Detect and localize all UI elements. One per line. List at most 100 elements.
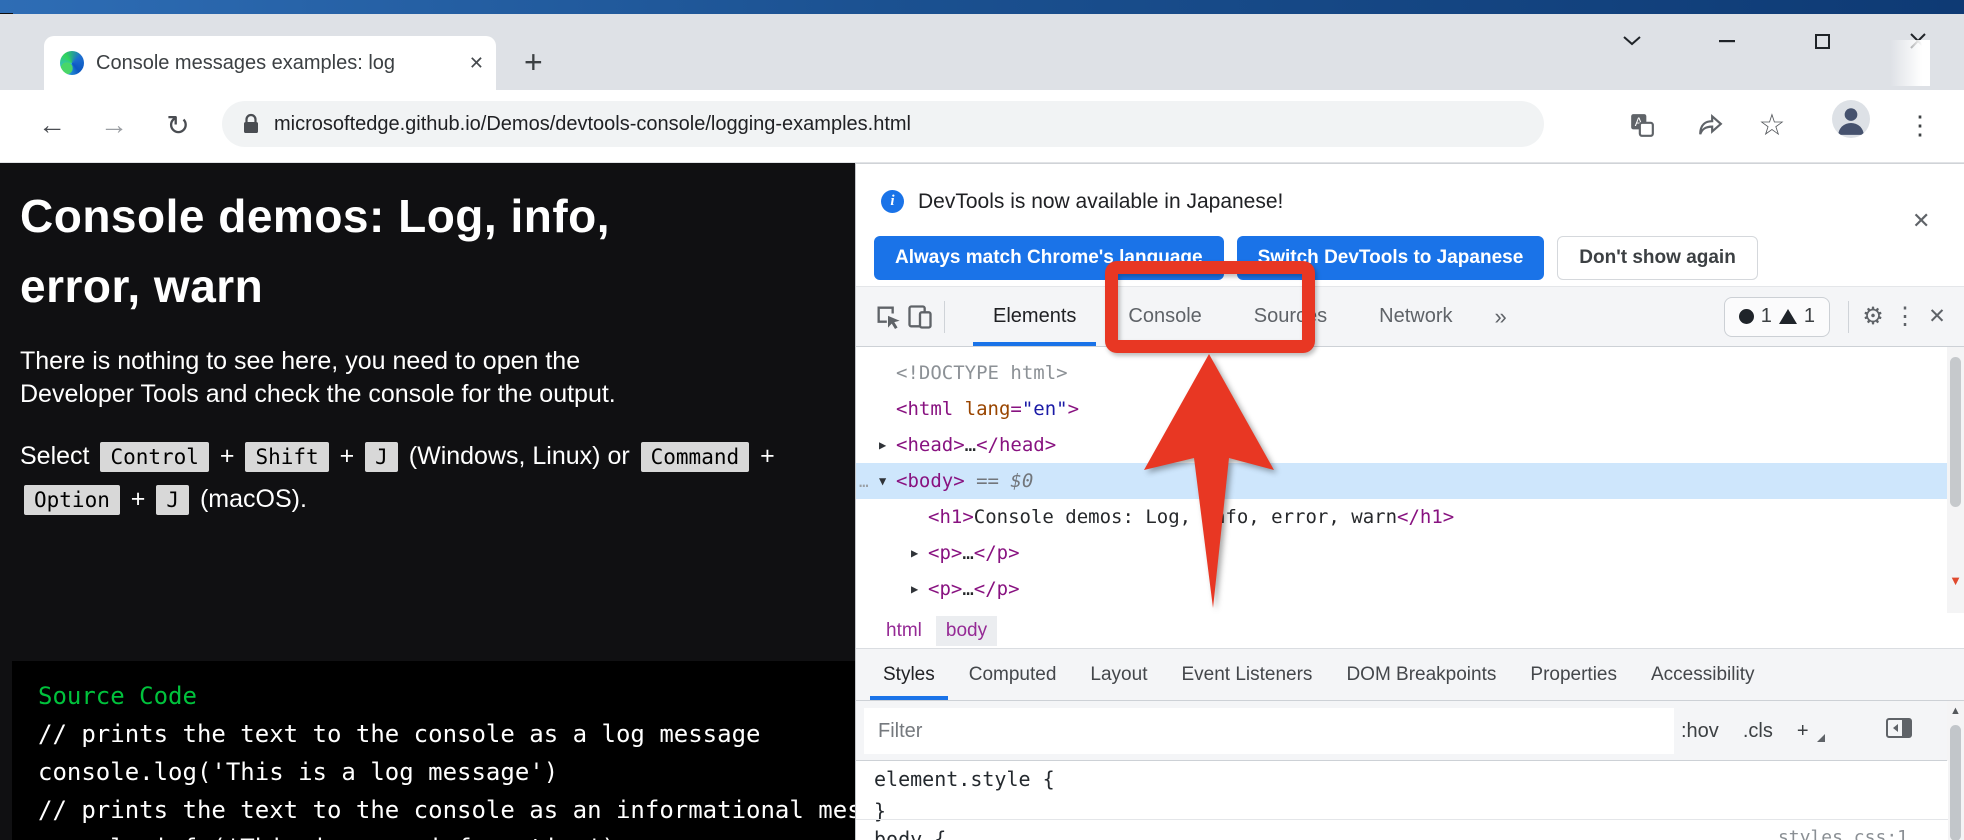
notification-close-icon[interactable]: ✕ [1912,208,1930,234]
issues-badge[interactable]: 1 1 [1723,296,1830,337]
source-code-heading: Source Code [38,682,197,710]
scroll-up-arrow-icon[interactable]: ▲ [1950,705,1961,717]
panel-toggle-icon[interactable] [1886,717,1912,744]
dom-tree-row[interactable]: <h1> Console demos: Log, info, error, war… [856,499,1964,535]
style-control-hov[interactable]: :hov [1681,720,1719,743]
disclosure-arrow-icon[interactable]: ▶ [879,438,896,452]
code-line: console.info('This is some information') [38,829,829,840]
code-token: "en" [1021,398,1068,420]
reload-icon[interactable]: ↻ [156,103,200,147]
element-style-selector[interactable]: element.style { [874,767,1055,791]
toolbar-separator [944,300,945,333]
shortcut-text: + [753,442,775,470]
page-title-line: error, warn [20,260,264,312]
lock-icon [244,113,258,133]
browser-menu-icon[interactable]: ⋮ [1898,103,1942,147]
forward-icon[interactable]: → [92,103,136,147]
disclosure-arrow-icon[interactable]: ▶ [911,582,928,596]
code-line: // prints the text to the console as a l… [38,720,761,748]
shortcut-text: (macOS). [193,485,307,513]
device-toolbar-icon[interactable] [904,301,936,333]
maximize-icon[interactable] [1806,24,1840,58]
warning-count: 1 [1803,305,1815,327]
style-control-[interactable]: + [1797,720,1809,743]
body-rule-selector[interactable]: body { [874,827,946,840]
dom-tree-row[interactable]: <html lang = "en" > [856,391,1964,427]
styles-pane: element.style { } body { styles.css:1 [856,761,1948,840]
tab-properties[interactable]: Properties [1513,649,1634,700]
code-token: lang [953,398,1011,420]
new-tab-button[interactable]: + [524,44,543,80]
address-bar[interactable]: microsoftedge.github.io/Demos/devtools-c… [222,101,1544,147]
tab-elements[interactable]: Elements [967,287,1102,346]
dom-breadcrumbs: html body [856,613,1964,649]
shortcut-text: + [332,442,362,470]
tab-label: Properties [1530,663,1617,685]
style-control-cls[interactable]: .cls [1743,720,1773,743]
keyboard-key: Shift [245,442,329,472]
disclosure-arrow-icon[interactable]: ▼ [879,474,896,488]
scrollbar-thumb[interactable] [1950,725,1961,840]
tab-close-icon[interactable]: ✕ [469,53,484,74]
profile-avatar[interactable] [1832,100,1870,138]
settings-gear-icon[interactable]: ⚙ [1857,301,1889,333]
tab-dom-breakpoints[interactable]: DOM Breakpoints [1329,649,1513,700]
dom-tree-row[interactable]: <!DOCTYPE html> [856,355,1964,391]
styles-filter-input[interactable] [864,708,1674,754]
tab-label: Layout [1090,663,1148,685]
share-icon[interactable] [1688,103,1732,147]
dom-tree-row[interactable]: … ▼ <body> == $0 [856,463,1964,499]
elements-dom-tree: <!DOCTYPE html> <html lang = "en" > ▶ <head>… <… [856,347,1964,613]
inspect-element-icon[interactable] [872,301,904,333]
tab-network[interactable]: Network [1353,287,1478,346]
minimize-icon[interactable] [1710,24,1744,58]
tab-label: Network [1379,305,1453,327]
code-token: </p> [973,578,1020,600]
notification-button[interactable]: Don't show again [1557,236,1758,280]
disclosure-arrow-icon[interactable]: ▶ [911,546,928,560]
bookmark-star-icon[interactable]: ☆ [1750,103,1794,147]
tab-search-chevron-icon[interactable] [1615,24,1649,58]
tab-layout[interactable]: Layout [1073,649,1164,700]
warning-count-icon [1778,309,1797,324]
code-token: <!DOCTYPE html> [896,362,1068,384]
annotation-highlight-rect [1105,261,1315,353]
page-title: Console demos: Log, info, error, warn [20,181,835,321]
tab-title: Console messages examples: log [96,51,396,74]
scrollbar-thumb[interactable] [1950,357,1961,507]
new-rule-dropdown-corner[interactable] [1816,734,1825,742]
browser-tab[interactable]: Console messages examples: log ✕ [44,36,496,90]
error-count-icon [1738,309,1754,324]
code-token: <h1> [928,506,974,528]
page-intro-line: There is nothing to see here, you need t… [20,347,581,375]
edge-favicon-icon [60,51,84,75]
keyboard-key: Control [100,442,209,472]
devtools-menu-icon[interactable]: ⋮ [1889,301,1921,333]
rule-source-link[interactable]: styles.css:1 [1778,827,1908,840]
close-window-icon[interactable] [1901,24,1935,58]
breadcrumb-html[interactable]: html [880,616,928,646]
dom-scrollbar[interactable]: ▼ [1947,347,1964,613]
scroll-down-arrow-icon[interactable]: ▼ [1949,573,1962,588]
more-tabs-icon[interactable]: » [1479,304,1523,330]
tab-event-listeners[interactable]: Event Listeners [1164,649,1329,700]
shortcut-text: + [212,442,242,470]
styles-toolbar-controls: :hov .cls + [1681,701,1825,761]
dom-tree-row[interactable]: ▶ <p>… </p> [856,571,1964,607]
dom-tree-row[interactable]: ▶ <head>… </head> [856,427,1964,463]
window-controls [1615,24,1935,58]
breadcrumb-body[interactable]: body [935,615,998,646]
devtools-panel: i DevTools is now available in Japanese!… [855,163,1964,840]
tab-accessibility[interactable]: Accessibility [1634,649,1771,700]
dom-tree-row[interactable]: ▶ <p>… </p> [856,535,1964,571]
code-token: … [964,434,977,456]
tab-computed[interactable]: Computed [952,649,1074,700]
translate-icon[interactable]: A [1620,103,1664,147]
devtools-close-icon[interactable]: ✕ [1921,301,1953,333]
styles-sidebar-tabs: Styles Computed Layout Event Listeners DOM B… [856,649,1964,701]
styles-scrollbar[interactable]: ▲ [1947,701,1964,840]
keyboard-key: J [365,442,398,472]
toolbar-separator [1848,300,1849,333]
back-icon[interactable]: ← [30,103,74,147]
tab-styles[interactable]: Styles [866,649,952,700]
